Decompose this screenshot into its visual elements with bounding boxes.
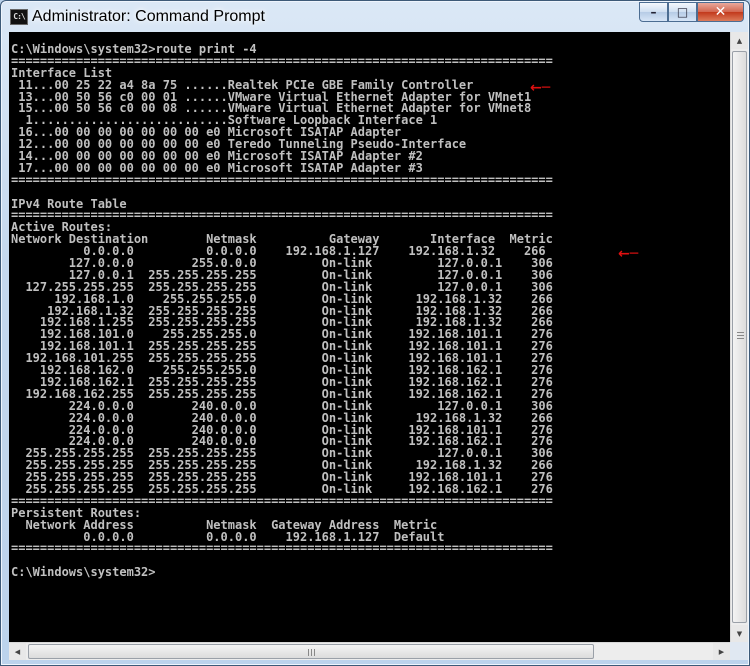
close-button[interactable]: ✕ <box>697 2 744 22</box>
console-line: ========================================… <box>11 541 553 556</box>
caption-buttons: – □ ✕ <box>639 2 744 22</box>
console-output[interactable]: C:\Windows\system32>route print -4 ======… <box>9 32 730 642</box>
annotation-arrow-default-route: ←─ <box>618 246 639 262</box>
horizontal-scrollbar[interactable]: ◀ ▶ <box>9 642 730 660</box>
window-title: Administrator: Command Prompt <box>32 8 265 25</box>
console-line: C:\Windows\system32> <box>11 565 156 580</box>
annotation-arrow-realtek: ←─ <box>530 80 551 96</box>
maximize-button[interactable]: □ <box>668 2 697 22</box>
scroll-up-arrow-icon[interactable]: ▲ <box>731 32 748 49</box>
vertical-scrollbar[interactable]: ▲ ▼ <box>730 32 748 642</box>
cmd-icon[interactable]: C:\ <box>10 9 28 25</box>
title-bar[interactable]: C:\ Administrator: Command Prompt – □ ✕ <box>1 1 749 33</box>
minimize-button[interactable]: – <box>639 2 668 22</box>
resize-corner[interactable] <box>730 642 748 660</box>
console-text: C:\Windows\system32>route print -4 ======… <box>11 43 553 580</box>
console-line: ========================================… <box>11 172 553 187</box>
scroll-right-arrow-icon[interactable]: ▶ <box>713 643 730 660</box>
vertical-scroll-thumb[interactable] <box>732 51 747 623</box>
scroll-down-arrow-icon[interactable]: ▼ <box>731 625 748 642</box>
horizontal-scroll-thumb[interactable] <box>28 644 594 659</box>
command-prompt-window: C:\ Administrator: Command Prompt – □ ✕ … <box>0 0 750 666</box>
scroll-left-arrow-icon[interactable]: ◀ <box>9 643 26 660</box>
